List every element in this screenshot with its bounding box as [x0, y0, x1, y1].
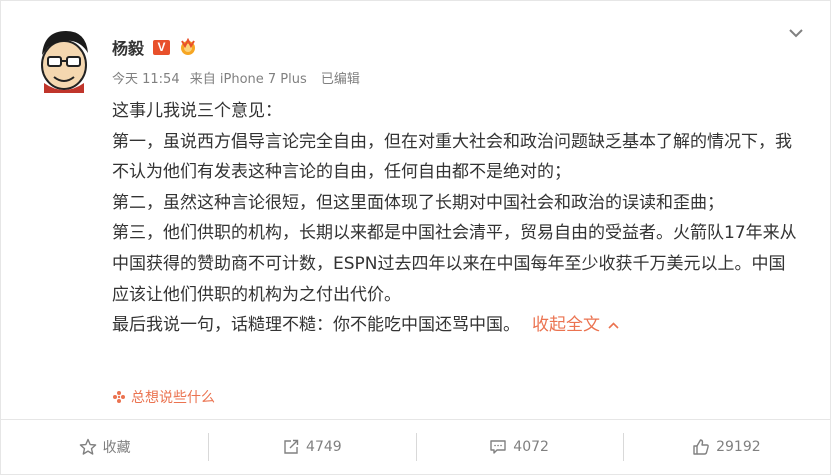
like-button[interactable]: 29192	[622, 420, 830, 474]
edited-label[interactable]: 已编辑	[321, 72, 360, 87]
chevron-up-icon	[608, 322, 619, 329]
star-icon	[79, 438, 96, 455]
post-time[interactable]: 今天 11:54	[112, 72, 180, 87]
comment-prompt-label: 总想说些什么	[131, 390, 215, 406]
post-paragraph: 第二，虽然这种言论很短，但这里面体现了长期对中国社会和政治的误读和歪曲；	[112, 192, 724, 213]
author-row: 杨毅 V	[112, 35, 199, 59]
action-bar: 收藏 4749 4072 29192	[1, 420, 830, 474]
comment-count: 4072	[513, 439, 549, 455]
post-content: 这事儿我说三个意见： 第一，虽说西方倡导言论完全自由，但在对重大社会和政治问题缺…	[112, 96, 802, 341]
post-paragraph-last: 最后我说一句，话糙理不糙：你不能吃中国还骂中国。 收起全文	[112, 310, 802, 341]
vip-badge-icon[interactable]: V	[153, 39, 171, 55]
repost-button[interactable]: 4749	[208, 420, 415, 474]
author-name[interactable]: 杨毅	[112, 35, 144, 59]
repost-count: 4749	[306, 439, 342, 455]
post-paragraph-text: 最后我说一句，话糙理不糙：你不能吃中国还骂中国。	[112, 315, 520, 336]
user-avatar[interactable]	[34, 25, 94, 93]
chevron-down-icon[interactable]	[788, 27, 804, 39]
flower-icon	[113, 391, 125, 403]
comment-icon	[490, 440, 506, 454]
favorite-button[interactable]: 收藏	[1, 420, 208, 474]
collapse-link[interactable]: 收起全文	[532, 315, 619, 335]
collapse-label: 收起全文	[532, 315, 600, 336]
share-icon	[284, 439, 299, 454]
like-count: 29192	[716, 439, 761, 455]
post-paragraph: 第三，他们供职的机构，长期以来都是中国社会清平，贸易自由的受益者。火箭队17年来…	[112, 223, 797, 305]
post-paragraph: 第一，虽说西方倡导言论完全自由，但在对重大社会和政治问题缺乏基本了解的情况下，我…	[112, 131, 792, 183]
thumbs-up-icon	[693, 439, 709, 455]
favorite-label: 收藏	[102, 440, 131, 456]
medal-icon[interactable]	[177, 38, 199, 56]
post-paragraph: 这事儿我说三个意见：	[112, 101, 282, 121]
comment-prompt[interactable]: 总想说些什么	[112, 387, 215, 407]
comment-button[interactable]: 4072	[415, 420, 623, 474]
weibo-post-card: 杨毅 V 今天 11:54 来自 iPhone 7 Plus 已编辑 这事儿我说…	[0, 0, 831, 475]
post-source[interactable]: 来自 iPhone 7 Plus	[190, 72, 307, 87]
post-meta: 今天 11:54 来自 iPhone 7 Plus 已编辑	[112, 68, 366, 87]
